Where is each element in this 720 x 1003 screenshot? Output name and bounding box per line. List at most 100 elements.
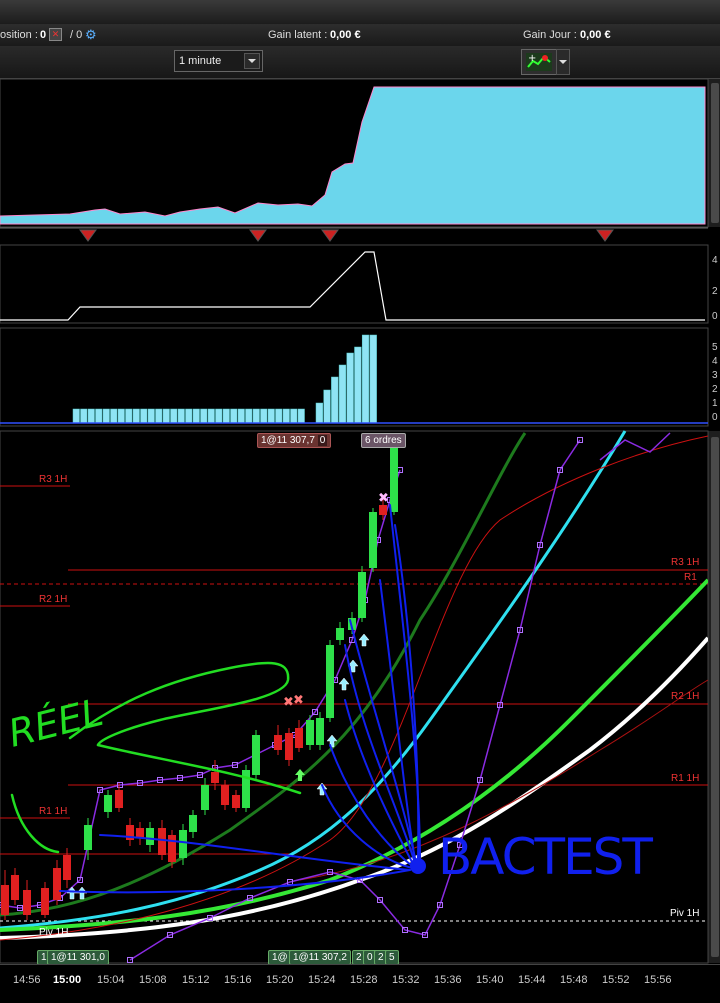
volume-bar bbox=[110, 408, 118, 424]
purple-marker bbox=[127, 957, 133, 963]
position-tag[interactable]: 1@11 307,2 bbox=[289, 950, 351, 965]
purple-marker bbox=[232, 762, 238, 768]
annotation-stroke bbox=[99, 834, 411, 871]
volume-bar bbox=[72, 408, 80, 424]
bull-candle bbox=[316, 718, 324, 745]
bull-candle bbox=[242, 770, 250, 808]
scale-label: 4 bbox=[712, 356, 718, 367]
bear-candle bbox=[295, 728, 303, 748]
volume-bar bbox=[185, 408, 193, 424]
timeframe-select[interactable]: 1 minute bbox=[174, 50, 263, 72]
bull-candle bbox=[201, 785, 209, 810]
bear-candle bbox=[211, 772, 219, 783]
orders-count-tag[interactable]: 6 ordres bbox=[361, 433, 406, 448]
annotation-stroke bbox=[96, 743, 302, 795]
buy-arrow-icon bbox=[76, 886, 88, 900]
purple-marker bbox=[537, 542, 543, 548]
purple-marker bbox=[517, 627, 523, 633]
bull-candle bbox=[390, 448, 398, 512]
area-panel-scrollbar[interactable] bbox=[708, 79, 720, 227]
volume-bar bbox=[222, 408, 230, 424]
time-tick-label: 15:08 bbox=[139, 974, 167, 986]
r2-1h-label-right: R2 1H bbox=[671, 691, 700, 702]
reel-annotation: RÉEL bbox=[4, 689, 108, 756]
bull-candle bbox=[369, 512, 377, 568]
volume-bar bbox=[290, 408, 298, 424]
purple-marker bbox=[332, 677, 338, 683]
purple-marker bbox=[422, 932, 428, 938]
status-bar: osition : 0 ✕ / 0 ⚙ Gain latent : 0,00 €… bbox=[0, 24, 720, 46]
volume-bar bbox=[260, 408, 268, 424]
scale-label: 0 bbox=[712, 412, 718, 423]
event-marker bbox=[249, 229, 267, 242]
purple-marker bbox=[212, 765, 218, 771]
price-panel-scrollbar[interactable] bbox=[708, 431, 720, 963]
time-tick-label: 15:12 bbox=[182, 974, 210, 986]
purple-marker bbox=[17, 905, 23, 911]
gain-jour-label: Gain Jour : bbox=[523, 29, 577, 41]
scale-label: 0 bbox=[712, 311, 718, 322]
r2-1h-label-left: R2 1H bbox=[39, 594, 68, 605]
volume-bar bbox=[282, 408, 290, 424]
gear-icon[interactable]: ⚙ bbox=[85, 27, 97, 43]
position-value: 0 bbox=[40, 29, 47, 41]
bear-candle bbox=[115, 790, 123, 808]
volume-bar bbox=[331, 376, 339, 424]
signals: ✖ ✖ ✖ bbox=[66, 491, 389, 900]
time-tick-label: 15:04 bbox=[97, 974, 125, 986]
purple-marker bbox=[327, 869, 333, 875]
chart-tools-dropdown[interactable] bbox=[556, 49, 570, 75]
volume-bar bbox=[155, 408, 163, 424]
time-tick-label: 15:24 bbox=[308, 974, 336, 986]
bull-candle bbox=[104, 795, 112, 812]
volume-bar bbox=[297, 408, 305, 424]
position-tag[interactable]: 5 bbox=[385, 950, 399, 965]
time-tick-label: 15:48 bbox=[560, 974, 588, 986]
order-tag[interactable]: 1@11 307,7 0 bbox=[257, 433, 332, 448]
bear-candle bbox=[11, 875, 19, 900]
buy-arrow-icon bbox=[316, 782, 328, 796]
r1-1h-label-right: R1 1H bbox=[671, 773, 700, 784]
time-tick-label: 15:00 bbox=[53, 974, 82, 986]
position-tag[interactable]: 1@11 301,0 bbox=[47, 950, 109, 965]
bull-candle bbox=[146, 828, 154, 845]
gain-latent-value: 0,00 € bbox=[330, 29, 361, 41]
volume-bar bbox=[323, 389, 331, 424]
volume-bar bbox=[267, 408, 275, 424]
time-tick-label: 14:56 bbox=[13, 974, 41, 986]
purple-marker bbox=[247, 895, 253, 901]
close-position-icon[interactable]: ✕ bbox=[49, 28, 62, 41]
purple-marker bbox=[437, 902, 443, 908]
volume-bar bbox=[162, 408, 170, 424]
chart-tools-icon: + bbox=[526, 53, 552, 71]
purple-marker bbox=[197, 772, 203, 778]
volume-bar bbox=[170, 408, 178, 424]
bull-candle bbox=[326, 645, 334, 718]
bear-candle bbox=[1, 885, 9, 915]
purple-marker bbox=[402, 927, 408, 933]
piv-1h-label-left: Piv 1H bbox=[39, 927, 69, 938]
bear-candle bbox=[158, 828, 166, 855]
purple-line bbox=[0, 469, 401, 909]
scale-label: 4 bbox=[712, 255, 718, 266]
volume-bar bbox=[215, 408, 223, 424]
purple-marker bbox=[557, 467, 563, 473]
scale-label: 5 bbox=[712, 342, 718, 353]
volume-bar bbox=[207, 408, 215, 424]
annotation-stroke bbox=[329, 744, 413, 867]
volume-bar bbox=[338, 364, 347, 424]
volume-bar bbox=[354, 346, 362, 424]
bull-candle bbox=[84, 825, 92, 850]
event-marker bbox=[321, 229, 339, 242]
purple-marker bbox=[177, 775, 183, 781]
time-tick-label: 15:16 bbox=[224, 974, 252, 986]
volume-bar bbox=[361, 334, 370, 424]
r3-1h-label-right: R3 1H bbox=[671, 557, 700, 568]
purple-marker bbox=[157, 777, 163, 783]
chart-tools-button[interactable]: + bbox=[521, 49, 557, 75]
purple-marker bbox=[117, 782, 123, 788]
purple-marker bbox=[207, 915, 213, 921]
volume-bar bbox=[95, 408, 103, 424]
chevron-down-icon[interactable] bbox=[244, 53, 260, 69]
annotation-stroke bbox=[344, 699, 413, 863]
